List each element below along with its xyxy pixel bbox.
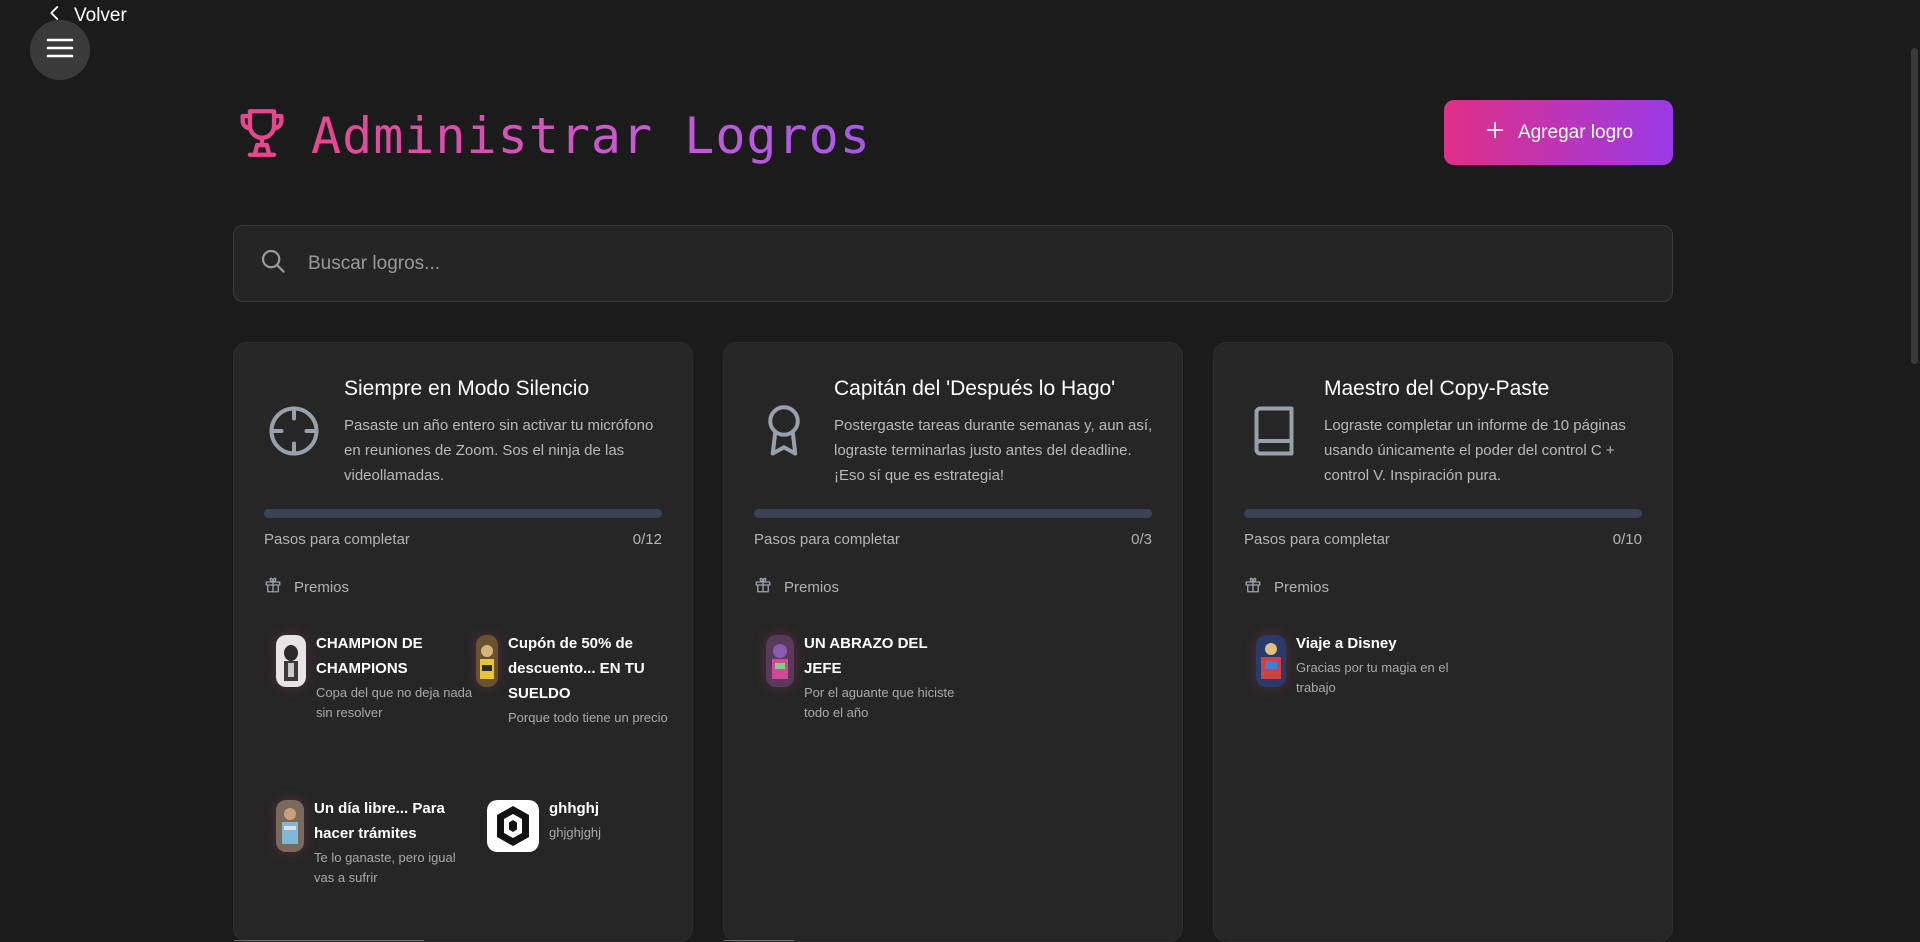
title-group: Administrar Logros: [233, 104, 871, 167]
prizes-header: Premios: [1244, 576, 1329, 598]
reward-description: Gracias por tu magia en el trabajo: [1296, 660, 1449, 695]
plus-icon: [1484, 119, 1506, 147]
steps-label: Pasos para completar: [754, 531, 900, 548]
card-title: Capitán del 'Después lo Hago': [834, 377, 1116, 400]
prizes-header: Premios: [264, 576, 349, 598]
reward-name: ghhghj: [549, 800, 599, 817]
reward-item[interactable]: Un día libre... Para hacer trámites Te l…: [276, 796, 476, 888]
prizes-label: Premios: [1274, 578, 1330, 596]
steps-count: 0/12: [632, 531, 662, 548]
page-title: Administrar Logros: [311, 106, 871, 165]
card-title: Maestro del Copy-Paste: [1324, 377, 1550, 400]
reward-description: Porque todo tiene un precio: [508, 710, 668, 725]
reward-item[interactable]: ghhghj ghjghjghj: [487, 796, 687, 852]
reward-item[interactable]: Cupón de 50% de descuento... EN TU SUELD…: [476, 631, 676, 728]
reward-description: Copa del que no deja nada sin resolver: [316, 685, 473, 720]
trophy-icon: [233, 104, 291, 167]
reward-description: Por el aguante que hiciste todo el año: [804, 685, 955, 720]
reward-name: UN ABRAZO DEL JEFE: [804, 635, 928, 677]
card-description: Pasaste un año entero sin activar tu mic…: [344, 417, 654, 484]
progress-bar: [754, 509, 1152, 518]
reward-item[interactable]: Viaje a Disney Gracias por tu magia en e…: [1256, 631, 1456, 698]
card-description: Lograste completar un informe de 10 pági…: [1324, 417, 1626, 484]
reward-description: Te lo ganaste, pero igual vas a sufrir: [314, 850, 456, 885]
reward-name: Un día libre... Para hacer trámites: [314, 800, 445, 842]
reward-name: Viaje a Disney: [1296, 635, 1397, 652]
card-description: Postergaste tareas durante semanas y, au…: [834, 417, 1153, 484]
page-header: Administrar Logros Agregar logro: [233, 100, 1673, 166]
back-label: Volver: [74, 5, 127, 26]
gift-icon: [1244, 576, 1262, 598]
reward-image: [476, 635, 498, 687]
prizes-label: Premios: [784, 578, 840, 596]
steps-label: Pasos para completar: [264, 531, 410, 548]
reward-name: CHAMPION DE CHAMPIONS: [316, 635, 423, 677]
reward-image: [276, 800, 304, 852]
reward-item[interactable]: UN ABRAZO DEL JEFE Por el aguante que hi…: [766, 631, 966, 723]
achievement-card[interactable]: Maestro del Copy-Paste Lograste completa…: [1213, 342, 1673, 942]
reward-image: [1256, 635, 1286, 687]
add-achievement-button[interactable]: Agregar logro: [1444, 100, 1673, 165]
reward-image: [487, 800, 539, 852]
achievement-grid: Siempre en Modo Silencio Pasaste un año …: [233, 342, 1673, 942]
search-icon: [258, 246, 288, 281]
crosshair-icon: [264, 401, 324, 461]
card-title: Siempre en Modo Silencio: [344, 377, 590, 400]
divider: [234, 940, 424, 941]
menu-button[interactable]: [30, 20, 90, 80]
prizes-header: Premios: [754, 576, 839, 598]
reward-image: [276, 635, 306, 687]
steps-count: 0/10: [1612, 531, 1642, 548]
search-input[interactable]: [306, 251, 1606, 276]
progress-bar: [1244, 509, 1642, 518]
reward-name: Cupón de 50% de descuento... EN TU SUELD…: [508, 635, 645, 702]
scrollbar[interactable]: [1911, 48, 1918, 364]
divider: [724, 940, 794, 941]
reward-image: [766, 635, 794, 687]
add-button-label: Agregar logro: [1517, 121, 1634, 143]
progress-bar: [264, 509, 662, 518]
gift-icon: [264, 576, 282, 598]
steps-count: 0/3: [1131, 531, 1152, 548]
achievement-card[interactable]: Siempre en Modo Silencio Pasaste un año …: [233, 342, 693, 942]
reward-item[interactable]: CHAMPION DE CHAMPIONS Copa del que no de…: [276, 631, 476, 723]
steps-label: Pasos para completar: [1244, 531, 1390, 548]
gift-icon: [754, 576, 772, 598]
award-ribbon-icon: [754, 401, 814, 461]
achievement-card[interactable]: Capitán del 'Después lo Hago' Postergast…: [723, 342, 1183, 942]
hamburger-icon: [46, 36, 74, 65]
search-bar[interactable]: [233, 225, 1673, 302]
book-icon: [1244, 401, 1304, 461]
reward-description: ghjghjghj: [549, 825, 602, 840]
prizes-label: Premios: [294, 578, 350, 596]
